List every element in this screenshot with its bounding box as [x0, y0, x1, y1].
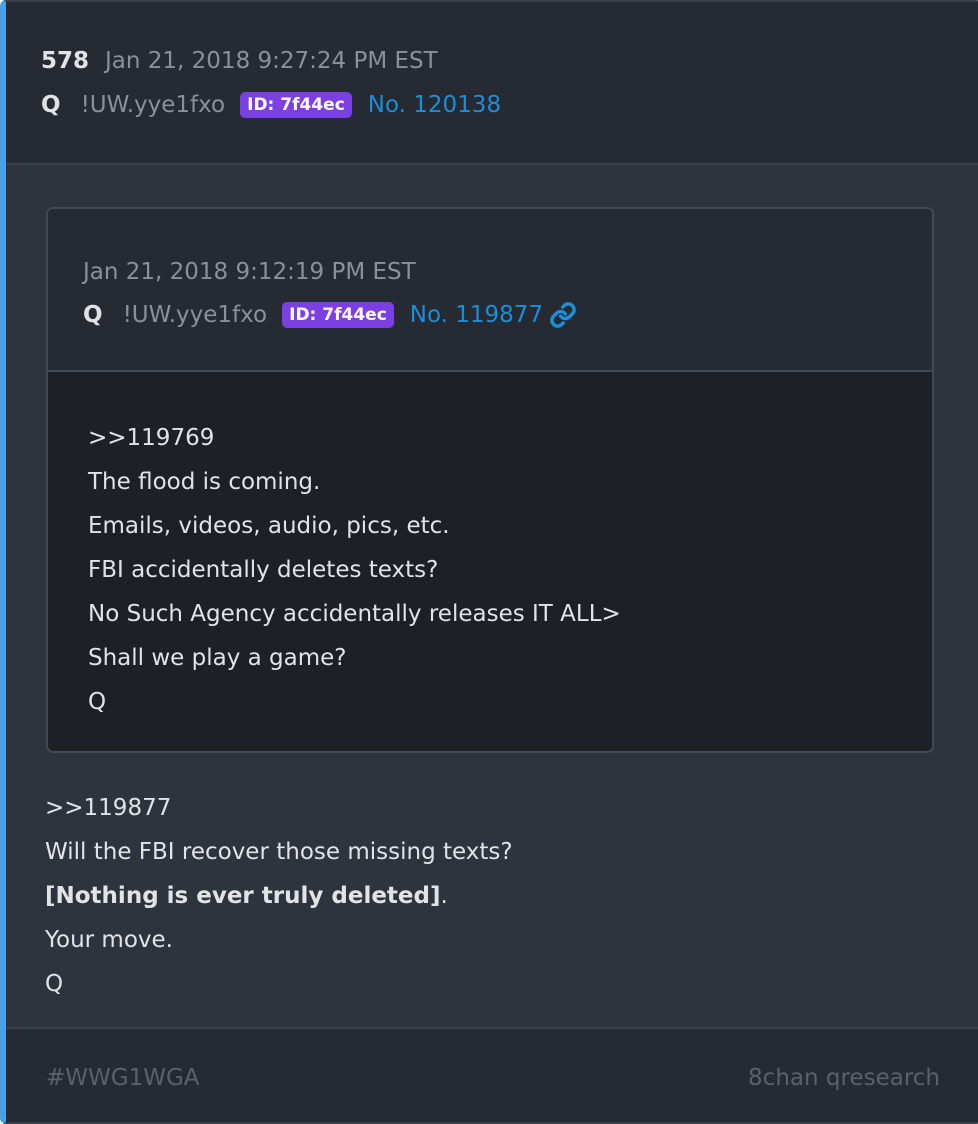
post-footer: #WWG1WGA 8chan qresearch [6, 1027, 978, 1122]
source-label: 8chan qresearch [748, 1065, 940, 1091]
hashtag: #WWG1WGA [46, 1065, 200, 1091]
body-line: Will the FBI recover those missing texts… [45, 839, 513, 865]
post-meta-row: 578 Jan 21, 2018 9:27:24 PM EST [41, 48, 438, 74]
post-header: 578 Jan 21, 2018 9:27:24 PM EST Q !UW.yy… [6, 2, 978, 165]
quoted-body-line: Q [88, 689, 107, 715]
quoted-meta-row: Jan 21, 2018 9:12:19 PM EST [83, 259, 416, 285]
quoted-post-number-link[interactable]: No. 119877 [410, 302, 543, 328]
quoted-body-line: No Such Agency accidentally releases IT … [88, 601, 621, 627]
tripcode: !UW.yye1fxo [80, 92, 226, 118]
quoted-post: Jan 21, 2018 9:12:19 PM EST Q !UW.yye1fx… [46, 207, 934, 753]
body-line: Your move. [45, 927, 173, 953]
quoted-body-line: Shall we play a game? [88, 645, 347, 671]
period: . [440, 883, 448, 909]
quoted-author-row: Q !UW.yye1fxo ID: 7f44ec No. 119877 [83, 301, 577, 329]
id-badge[interactable]: ID: 7f44ec [240, 92, 352, 118]
author-name: Q [41, 92, 61, 118]
drop-number: 578 [41, 48, 90, 74]
post-date: Jan 21, 2018 9:27:24 PM EST [105, 48, 438, 74]
quoted-body-line[interactable]: >>119769 [88, 425, 214, 451]
quoted-post-date: Jan 21, 2018 9:12:19 PM EST [83, 259, 416, 285]
reply-reference-link[interactable]: >>119877 [45, 795, 171, 821]
post-number-link[interactable]: No. 120138 [368, 92, 501, 118]
quoted-body-line: The flood is coming. [88, 469, 321, 495]
quoted-body-line: FBI accidentally deletes texts? [88, 557, 439, 583]
quoted-body-line: Emails, videos, audio, pics, etc. [88, 513, 450, 539]
bold-statement: [Nothing is ever truly deleted] [45, 883, 441, 909]
q-drop-card: 578 Jan 21, 2018 9:27:24 PM EST Q !UW.yy… [0, 0, 978, 1124]
quoted-author-name: Q [83, 302, 103, 328]
quoted-id-badge[interactable]: ID: 7f44ec [282, 302, 394, 328]
quoted-tripcode: !UW.yye1fxo [122, 302, 268, 328]
post-author-row: Q !UW.yye1fxo ID: 7f44ec No. 120138 [41, 92, 501, 118]
signature: Q [45, 971, 64, 997]
body-line-emphasis: [Nothing is ever truly deleted]. [45, 883, 448, 909]
quoted-post-header: Jan 21, 2018 9:12:19 PM EST Q !UW.yye1fx… [48, 209, 932, 372]
link-icon[interactable] [549, 301, 577, 329]
